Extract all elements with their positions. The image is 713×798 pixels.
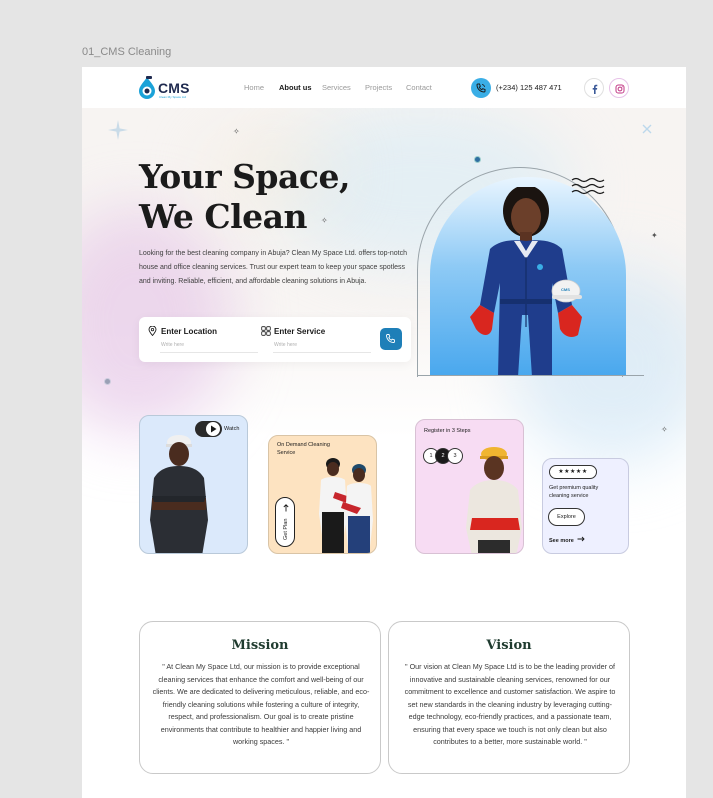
logo[interactable]: CMS Clean My Space Ltd [137,75,190,101]
explore-button[interactable]: Explore [548,508,585,526]
search-card: Enter Location Write here Enter Service … [139,317,411,362]
register-title: Register in 3 Steps [424,428,471,434]
sparkle-icon [642,124,652,134]
logo-drop-icon [139,76,155,99]
phone-button[interactable] [471,78,491,98]
vision-card: Vision " Our vision at Clean My Space Lt… [388,621,630,774]
call-button[interactable] [380,328,402,350]
step-3[interactable]: 3 [447,448,463,464]
get-plan-label: Get Plan [283,518,289,540]
logo-text: CMS [158,80,190,96]
dot-decoration [104,378,111,385]
play-icon [211,425,217,433]
facebook-link[interactable] [584,78,604,98]
mission-body: " At Clean My Space Ltd, our mission is … [152,662,370,746]
dot-decoration [474,156,481,163]
hero-title-line2: We Clean [139,197,308,236]
nav-link-home[interactable]: Home [244,83,264,92]
video-card[interactable] [139,415,248,554]
play-button[interactable] [206,422,220,436]
nav-link-contact[interactable]: Contact [406,83,432,92]
instagram-link[interactable] [609,78,629,98]
cleaners-illustration [319,458,373,553]
facebook-icon [592,84,598,94]
top-nav: CMS Clean My Space Ltd Home About us Ser… [82,67,686,108]
arrow-right-icon [577,536,585,542]
vision-body: " Our vision at Clean My Space Ltd is to… [404,662,616,746]
input-underline [273,352,371,353]
hero-title: Your Space, We Clean [139,157,350,237]
nav-link-services[interactable]: Services [322,83,351,92]
service-input[interactable]: Write here [274,342,297,348]
star-rating: ★★★★★ [549,465,597,479]
get-plan-button[interactable]: Get Plan [275,497,295,547]
mission-card: Mission " At Clean My Space Ltd, our mis… [139,621,381,774]
sparkle-icon [108,120,128,140]
worker-man-illustration [466,447,522,553]
logo-subtitle: Clean My Space Ltd [159,95,187,99]
sparkle-icon: ✧ [661,425,668,434]
sparkle-icon: ✧ [233,127,240,136]
cleaner-woman-illustration: CMS [470,187,582,375]
nav-link-projects[interactable]: Projects [365,83,392,92]
hero-arch: CMS [430,177,626,375]
mission-title: Mission [231,638,289,653]
hero-title-line1: Your Space, [139,157,350,196]
worker-man-illustration [150,435,208,553]
see-more-label: See more [549,538,574,544]
location-input[interactable]: Write here [161,342,184,348]
service-label: Enter Service [274,327,326,336]
input-underline [160,352,258,353]
nav-link-about[interactable]: About us [279,83,312,92]
wavy-lines-decoration [571,177,605,195]
phone-number[interactable]: (+234) 125 487 471 [496,83,562,92]
watch-label[interactable]: Watch [224,426,239,432]
phone-icon [386,334,395,343]
phone-icon [476,83,486,93]
register-card[interactable] [415,419,524,554]
sparkle-icon: ✦ [651,231,658,240]
grid-icon [261,326,271,336]
page-frame: CMS Clean My Space Ltd Home About us Ser… [82,67,686,798]
arch-baseline [418,375,644,376]
instagram-icon [615,84,625,94]
frame-label: 01_CMS Cleaning [82,46,172,58]
premium-text: Get premium quality cleaning service [549,485,599,499]
see-more-link[interactable]: See more [549,536,585,544]
svg-text:CMS: CMS [561,287,570,292]
location-pin-icon [148,326,157,336]
vision-title: Vision [486,638,532,653]
on-demand-title: On Demand Cleaning Service [277,442,330,456]
location-label: Enter Location [161,327,218,336]
hero-paragraph: Looking for the best cleaning company in… [139,250,407,286]
